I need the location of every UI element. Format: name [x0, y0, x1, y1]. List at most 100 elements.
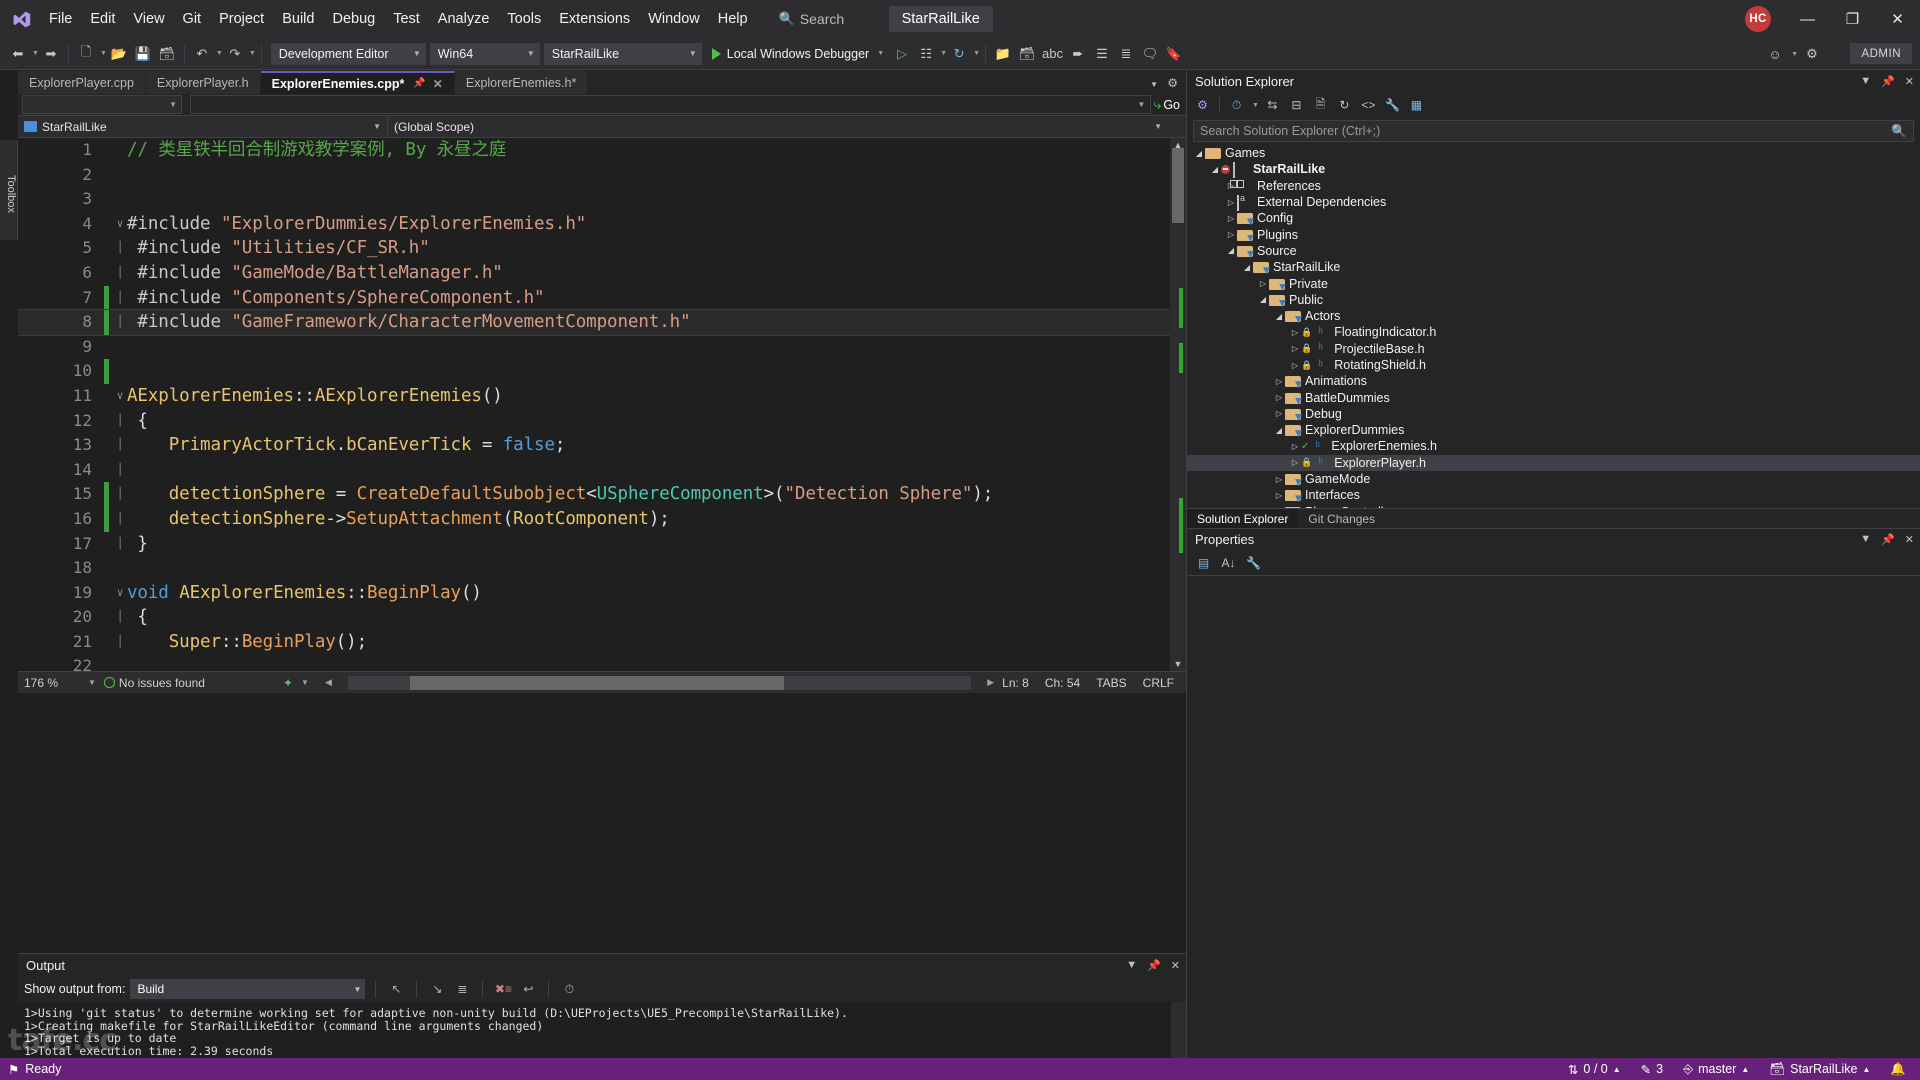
status-notifications[interactable]: 🔔	[1890, 1062, 1906, 1077]
fold-indicator[interactable]: │	[113, 310, 127, 335]
editor-hscroll-thumb[interactable]	[410, 675, 785, 690]
global-search-box[interactable]: 🔍 Search	[779, 7, 871, 31]
tree-item[interactable]: ▷ References	[1187, 178, 1920, 194]
status-pending-changes[interactable]: ✎ 3	[1641, 1062, 1663, 1077]
feedback-smiley-icon[interactable]: ☺	[1763, 41, 1787, 67]
navigate-back-chevron-down-icon[interactable]: ▼	[32, 50, 39, 57]
comment-icon[interactable]: 🗨	[1138, 41, 1162, 67]
gear-icon[interactable]: ⚙	[1167, 76, 1178, 90]
tree-item[interactable]: ▷ 🔒 ProjectileBase.h	[1187, 341, 1920, 357]
toggle-word-wrap-icon[interactable]: ≣	[452, 979, 472, 999]
code-line[interactable]: 14 │	[18, 458, 1186, 483]
fold-indicator[interactable]: ∨	[113, 581, 127, 606]
save-all-icon[interactable]: 🗃	[155, 41, 179, 67]
folder-icon[interactable]: 📁	[991, 41, 1015, 67]
indent-icon[interactable]: ≣	[1114, 41, 1138, 67]
undo-icon[interactable]: ↶	[190, 41, 214, 67]
twisty-collapsed-icon[interactable]: ▷	[1289, 361, 1301, 370]
tree-item[interactable]: ▷ 🔒 RotatingShield.h	[1187, 357, 1920, 373]
code-line[interactable]: 18	[18, 556, 1186, 581]
solution-explorer-tree[interactable]: ◢Games◢StarRailLike▷References▷External …	[1187, 145, 1920, 508]
code-text[interactable]: #include "Utilities/CF_SR.h"	[127, 236, 1186, 261]
window-maximize-button[interactable]: ❐	[1830, 0, 1875, 38]
fold-indicator[interactable]: │	[113, 605, 127, 630]
undo-chevron-down-icon[interactable]: ▼	[216, 50, 223, 57]
menu-analyze[interactable]: Analyze	[429, 0, 499, 38]
fold-indicator[interactable]: │	[113, 261, 127, 286]
window-close-button[interactable]: ✕	[1875, 0, 1920, 38]
history-icon[interactable]: ⏱	[559, 979, 579, 999]
editor-vertical-scrollbar[interactable]: ▲ ▼	[1170, 138, 1186, 671]
code-text[interactable]: detectionSphere->SetupAttachment(RootCom…	[127, 507, 1186, 532]
navigate-forward-icon[interactable]: ➡	[39, 41, 63, 67]
startup-project-combo[interactable]: StarRailLike ▼	[543, 42, 702, 65]
pin-icon[interactable]: 📌	[1147, 959, 1161, 972]
new-item-chevron-down-icon[interactable]: ▼	[100, 50, 107, 57]
tree-item[interactable]: ▷ PlayerController	[1187, 504, 1920, 508]
scroll-down-arrow-icon[interactable]: ▼	[1170, 657, 1186, 671]
bookmark-icon[interactable]: 🔖	[1162, 41, 1186, 67]
status-sync[interactable]: ⇅ 0 / 0 ▲	[1568, 1062, 1621, 1077]
twisty-collapsed-icon[interactable]: ▷	[1289, 458, 1301, 467]
code-text[interactable]: #include "GameMode/BattleManager.h"	[127, 261, 1186, 286]
tab-explorerenemies-h[interactable]: ExplorerEnemies.h*	[454, 71, 589, 94]
refresh-icon[interactable]: ↻	[1334, 95, 1355, 116]
indent-mode[interactable]: TABS	[1096, 676, 1126, 690]
fold-indicator[interactable]: │	[113, 236, 127, 261]
chevron-down-icon[interactable]: ▼	[1150, 80, 1158, 89]
code-line[interactable]: 8 │ #include "GameFramework/CharacterMove…	[18, 309, 1186, 336]
property-pages-icon[interactable]: 🔧	[1243, 552, 1264, 573]
quick-actions-chevron-down-icon[interactable]: ▼	[301, 678, 309, 687]
code-line[interactable]: 22	[18, 654, 1186, 671]
collapse-all-icon[interactable]: ⊟	[1286, 95, 1307, 116]
menu-extensions[interactable]: Extensions	[550, 0, 639, 38]
find-scope-combo[interactable]: ▼	[22, 95, 182, 114]
twisty-collapsed-icon[interactable]: ▷	[1273, 393, 1285, 402]
clear-all-icon[interactable]: ✖≡	[493, 979, 513, 999]
fold-indicator[interactable]: │	[113, 482, 127, 507]
preview-features-icon[interactable]: ⚙	[1800, 41, 1824, 67]
twisty-collapsed-icon[interactable]: ▷	[1273, 409, 1285, 418]
tree-item[interactable]: ◢ ExplorerDummies	[1187, 422, 1920, 438]
history-chevron-down-icon[interactable]: ▼	[1252, 102, 1259, 109]
tree-item[interactable]: ▷ BattleDummies	[1187, 389, 1920, 405]
search-icon[interactable]: 🔍	[1891, 124, 1907, 139]
scope-member-combo[interactable]: (Global Scope) ▼	[388, 116, 1168, 137]
tree-item[interactable]: ▷ GameMode	[1187, 471, 1920, 487]
code-line[interactable]: 7 │ #include "Components/SphereComponent.…	[18, 285, 1186, 311]
tree-item[interactable]: ▷ 🔒 FloatingIndicator.h	[1187, 324, 1920, 340]
close-icon[interactable]: ✕	[1905, 533, 1914, 546]
code-text[interactable]: }	[127, 532, 1186, 557]
zoom-level[interactable]: 176 %	[24, 676, 80, 690]
properties-grid[interactable]	[1187, 576, 1920, 846]
tree-item[interactable]: ▷ ✓ ExplorerEnemies.h	[1187, 438, 1920, 454]
zoom-chevron-down-icon[interactable]: ▼	[88, 678, 96, 687]
tree-item[interactable]: ▷ Plugins	[1187, 226, 1920, 242]
code-line[interactable]: 16 │ detectionSphere->SetupAttachment(Roo…	[18, 506, 1186, 532]
code-line[interactable]: 20 │ {	[18, 605, 1186, 630]
code-line[interactable]: 1 // 类星铁半回合制游戏教学案例, By 永昼之庭	[18, 138, 1186, 163]
menu-project[interactable]: Project	[210, 0, 273, 38]
twisty-collapsed-icon[interactable]: ▷	[1289, 328, 1301, 337]
twisty-collapsed-icon[interactable]: ▷	[1289, 344, 1301, 353]
show-output-from-combo[interactable]: Build ▼	[130, 979, 366, 999]
code-text[interactable]: Super::BeginPlay();	[127, 630, 1186, 655]
chevron-down-icon[interactable]: ▼	[1860, 75, 1871, 88]
fold-indicator[interactable]: │	[113, 286, 127, 311]
code-text[interactable]: void AExplorerEnemies::BeginPlay()	[127, 581, 1186, 606]
view-code-icon[interactable]: <>	[1358, 95, 1379, 116]
window-icon[interactable]: 🗃	[1015, 41, 1039, 67]
menu-file[interactable]: File	[40, 0, 81, 38]
tree-item[interactable]: ◢ StarRailLike	[1187, 161, 1920, 178]
hscroll-right-arrow-icon[interactable]: ▶	[987, 677, 994, 688]
code-text[interactable]: // 类星铁半回合制游戏教学案例, By 永昼之庭	[127, 138, 1186, 163]
twisty-expanded-icon[interactable]: ◢	[1257, 295, 1269, 304]
open-file-icon[interactable]: 📂	[107, 41, 131, 67]
pointer-icon[interactable]: ➨	[1066, 41, 1090, 67]
redo-icon[interactable]: ↷	[223, 41, 247, 67]
window-minimize-button[interactable]: —	[1785, 0, 1830, 38]
tree-item[interactable]: ▷ Config	[1187, 210, 1920, 226]
chevron-down-icon[interactable]: ▼	[1860, 533, 1871, 546]
twisty-collapsed-icon[interactable]: ▷	[1273, 377, 1285, 386]
tree-item[interactable]: ▷ 🔒 ExplorerPlayer.h	[1187, 454, 1920, 471]
